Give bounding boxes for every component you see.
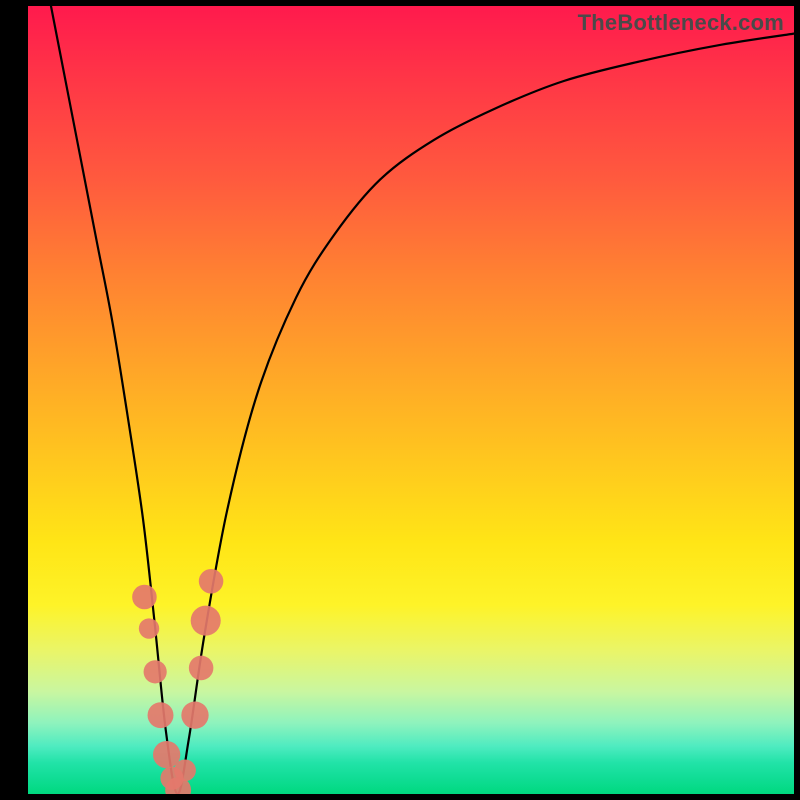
- chart-frame: TheBottleneck.com: [0, 0, 800, 800]
- data-marker: [144, 660, 167, 683]
- data-marker: [139, 618, 159, 638]
- data-marker: [148, 702, 174, 728]
- data-marker: [191, 606, 221, 636]
- data-marker: [181, 702, 208, 729]
- data-marker: [174, 759, 196, 781]
- data-marker: [199, 569, 224, 594]
- plot-area: TheBottleneck.com: [28, 6, 794, 794]
- data-marker: [132, 585, 157, 610]
- bottleneck-curve-svg: [28, 6, 794, 794]
- data-marker: [189, 656, 214, 681]
